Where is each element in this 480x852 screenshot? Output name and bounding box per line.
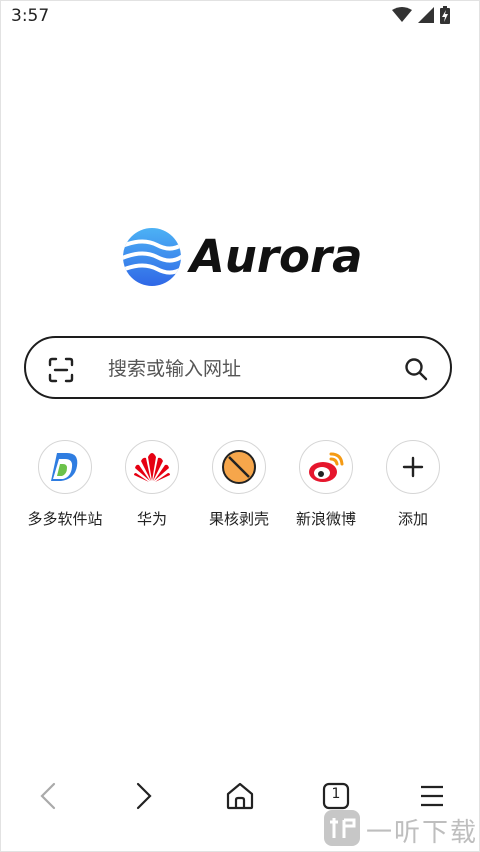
status-time: 3:57 bbox=[11, 6, 50, 26]
shortcut-grid: 多多软件站 华为 果核剥壳 新浪微博 添加 bbox=[20, 440, 460, 550]
search-bar[interactable] bbox=[24, 336, 452, 399]
huawei-logo-icon[interactable] bbox=[125, 440, 179, 494]
shortcut-weibo[interactable]: 新浪微博 bbox=[281, 440, 371, 529]
wifi-icon bbox=[392, 7, 412, 22]
tab-count: 1 bbox=[331, 786, 341, 802]
shortcut-label: 新浪微博 bbox=[295, 510, 356, 528]
watermark: 一听下载 bbox=[318, 806, 478, 850]
shortcut-add[interactable]: 添加 bbox=[368, 440, 458, 529]
shortcut-guohe[interactable]: 果核剥壳 bbox=[194, 440, 284, 529]
shortcut-label: 果核剥壳 bbox=[208, 510, 269, 528]
duoduo-logo-icon[interactable] bbox=[38, 440, 92, 494]
back-icon[interactable] bbox=[30, 778, 66, 814]
shortcut-label: 多多软件站 bbox=[27, 510, 103, 528]
plus-icon[interactable] bbox=[386, 440, 440, 494]
battery-charging-icon bbox=[440, 6, 450, 24]
watermark-text: 一听下载 bbox=[366, 818, 479, 848]
shortcut-huawei[interactable]: 华为 bbox=[107, 440, 197, 529]
status-icons bbox=[392, 6, 450, 24]
screen-frame bbox=[0, 0, 480, 852]
shortcut-label: 添加 bbox=[397, 510, 428, 528]
guohe-logo-icon[interactable] bbox=[212, 440, 266, 494]
home-icon[interactable] bbox=[222, 778, 258, 814]
aurora-logo: Aurora bbox=[122, 226, 363, 288]
forward-icon[interactable] bbox=[126, 778, 162, 814]
status-bar: 3:57 bbox=[0, 0, 480, 34]
aurora-logo-icon bbox=[123, 228, 181, 286]
scan-icon[interactable] bbox=[48, 357, 74, 383]
signal-icon bbox=[418, 7, 434, 23]
shortcut-duoduo[interactable]: 多多软件站 bbox=[20, 440, 110, 529]
weibo-logo-icon[interactable] bbox=[299, 440, 353, 494]
search-icon[interactable] bbox=[404, 357, 428, 381]
watermark-logo-icon bbox=[324, 810, 360, 846]
brand-name: Aurora bbox=[190, 230, 363, 283]
search-input[interactable] bbox=[106, 352, 390, 386]
shortcut-label: 华为 bbox=[136, 510, 167, 528]
